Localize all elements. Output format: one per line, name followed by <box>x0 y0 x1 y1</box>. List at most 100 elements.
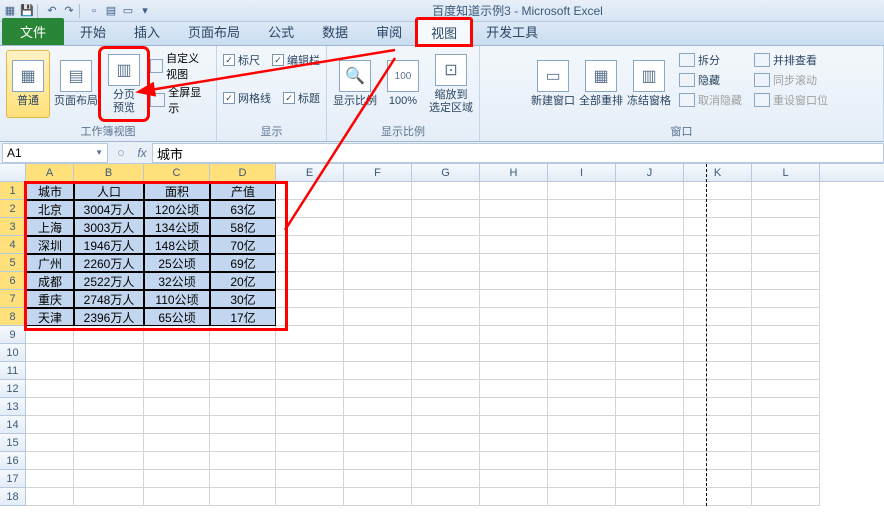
row-header-13[interactable]: 13 <box>0 398 26 416</box>
cell-J10[interactable] <box>616 344 684 362</box>
cell-E3[interactable] <box>276 218 344 236</box>
cell-J6[interactable] <box>616 272 684 290</box>
cell-C16[interactable] <box>144 452 210 470</box>
cell-J17[interactable] <box>616 470 684 488</box>
select-all-corner[interactable] <box>0 164 26 181</box>
cell-L16[interactable] <box>752 452 820 470</box>
reset-pos-button[interactable]: 重设窗口位 <box>750 90 832 110</box>
fx-button[interactable]: fx <box>132 146 152 160</box>
cell-B5[interactable]: 2260万人 <box>74 254 144 272</box>
cell-J3[interactable] <box>616 218 684 236</box>
cell-J9[interactable] <box>616 326 684 344</box>
cell-E18[interactable] <box>276 488 344 506</box>
cell-B8[interactable]: 2396万人 <box>74 308 144 326</box>
cell-F16[interactable] <box>344 452 412 470</box>
cell-D5[interactable]: 69亿 <box>210 254 276 272</box>
cell-G15[interactable] <box>412 434 480 452</box>
cell-A17[interactable] <box>26 470 74 488</box>
normal-view-button[interactable]: ▦ 普通 <box>6 50 50 118</box>
cell-J16[interactable] <box>616 452 684 470</box>
col-header-H[interactable]: H <box>480 164 548 181</box>
cell-A4[interactable]: 深圳 <box>26 236 74 254</box>
cell-L9[interactable] <box>752 326 820 344</box>
cell-I16[interactable] <box>548 452 616 470</box>
cell-C4[interactable]: 148公顷 <box>144 236 210 254</box>
cell-G7[interactable] <box>412 290 480 308</box>
cell-D3[interactable]: 58亿 <box>210 218 276 236</box>
cell-C1[interactable]: 面积 <box>144 182 210 200</box>
cell-I7[interactable] <box>548 290 616 308</box>
cell-E12[interactable] <box>276 380 344 398</box>
cell-J15[interactable] <box>616 434 684 452</box>
cell-H11[interactable] <box>480 362 548 380</box>
cell-H6[interactable] <box>480 272 548 290</box>
cell-K13[interactable] <box>684 398 752 416</box>
cell-G6[interactable] <box>412 272 480 290</box>
zoom-selection-button[interactable]: ⊡ 缩放到 选定区域 <box>429 50 473 118</box>
cell-G5[interactable] <box>412 254 480 272</box>
cell-H7[interactable] <box>480 290 548 308</box>
open-icon[interactable]: ▤ <box>103 3 119 19</box>
cell-K15[interactable] <box>684 434 752 452</box>
cell-J1[interactable] <box>616 182 684 200</box>
split-button[interactable]: 拆分 <box>675 50 746 70</box>
cell-H5[interactable] <box>480 254 548 272</box>
new-window-button[interactable]: ▭新建窗口 <box>531 50 575 118</box>
cell-F7[interactable] <box>344 290 412 308</box>
tab-formulas[interactable]: 公式 <box>254 18 308 45</box>
cell-B4[interactable]: 1946万人 <box>74 236 144 254</box>
cell-D16[interactable] <box>210 452 276 470</box>
arrange-all-button[interactable]: ▦全部重排 <box>579 50 623 118</box>
custom-views-button[interactable]: 自定义视图 <box>150 50 210 82</box>
cell-G10[interactable] <box>412 344 480 362</box>
row-header-7[interactable]: 7 <box>0 290 26 308</box>
col-header-L[interactable]: L <box>752 164 820 181</box>
row-header-14[interactable]: 14 <box>0 416 26 434</box>
cell-G11[interactable] <box>412 362 480 380</box>
cell-A16[interactable] <box>26 452 74 470</box>
cell-C12[interactable] <box>144 380 210 398</box>
cell-J8[interactable] <box>616 308 684 326</box>
cell-A11[interactable] <box>26 362 74 380</box>
cell-J11[interactable] <box>616 362 684 380</box>
cell-D7[interactable]: 30亿 <box>210 290 276 308</box>
cell-L18[interactable] <box>752 488 820 506</box>
cell-C14[interactable] <box>144 416 210 434</box>
cell-E11[interactable] <box>276 362 344 380</box>
cell-F8[interactable] <box>344 308 412 326</box>
cell-J2[interactable] <box>616 200 684 218</box>
row-header-3[interactable]: 3 <box>0 218 26 236</box>
cell-D13[interactable] <box>210 398 276 416</box>
cell-I3[interactable] <box>548 218 616 236</box>
cell-L15[interactable] <box>752 434 820 452</box>
cell-K2[interactable] <box>684 200 752 218</box>
cell-I12[interactable] <box>548 380 616 398</box>
cell-D11[interactable] <box>210 362 276 380</box>
cell-C8[interactable]: 65公顷 <box>144 308 210 326</box>
cell-L12[interactable] <box>752 380 820 398</box>
cell-C5[interactable]: 25公顷 <box>144 254 210 272</box>
cell-C11[interactable] <box>144 362 210 380</box>
cell-I18[interactable] <box>548 488 616 506</box>
cell-I13[interactable] <box>548 398 616 416</box>
col-header-K[interactable]: K <box>684 164 752 181</box>
cell-H14[interactable] <box>480 416 548 434</box>
cell-A7[interactable]: 重庆 <box>26 290 74 308</box>
cell-H16[interactable] <box>480 452 548 470</box>
cell-A3[interactable]: 上海 <box>26 218 74 236</box>
cell-J13[interactable] <box>616 398 684 416</box>
cell-E1[interactable] <box>276 182 344 200</box>
excel-icon[interactable]: ▦ <box>2 3 18 19</box>
cell-D18[interactable] <box>210 488 276 506</box>
cell-I5[interactable] <box>548 254 616 272</box>
cell-G17[interactable] <box>412 470 480 488</box>
sync-scroll-button[interactable]: 同步滚动 <box>750 70 832 90</box>
cell-I6[interactable] <box>548 272 616 290</box>
cell-E16[interactable] <box>276 452 344 470</box>
cell-J12[interactable] <box>616 380 684 398</box>
cell-I8[interactable] <box>548 308 616 326</box>
cell-D4[interactable]: 70亿 <box>210 236 276 254</box>
cell-B7[interactable]: 2748万人 <box>74 290 144 308</box>
cell-B9[interactable] <box>74 326 144 344</box>
cell-C18[interactable] <box>144 488 210 506</box>
